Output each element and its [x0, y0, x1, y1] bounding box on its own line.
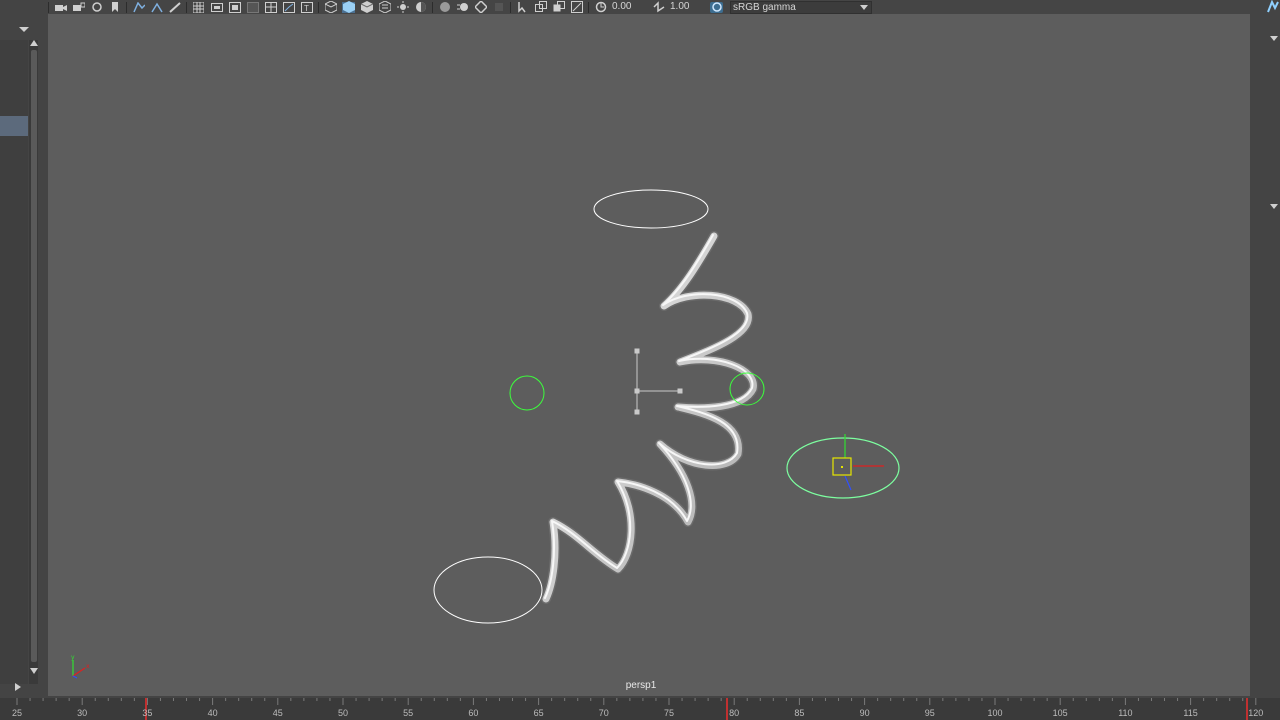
timeline-tick-label: 55 [403, 708, 414, 718]
scroll-right-icon[interactable] [15, 683, 21, 691]
textured-icon[interactable] [378, 1, 391, 13]
image-plane-icon[interactable] [132, 1, 145, 13]
svg-text:y: y [71, 654, 75, 661]
grid-icon[interactable] [192, 1, 205, 13]
panel-collapse-arrow-icon[interactable] [1270, 204, 1278, 209]
top-curve-circle[interactable] [593, 189, 709, 229]
timeline-tick-label: 75 [663, 708, 675, 718]
color-management-icon[interactable] [710, 1, 723, 13]
camera-attributes-icon[interactable] [90, 2, 103, 13]
scroll-down-icon[interactable] [30, 668, 38, 674]
two-d-pan-icon[interactable] [150, 2, 163, 13]
timeline-tick-label: 85 [794, 708, 805, 718]
safe-title-icon[interactable]: T [300, 1, 313, 13]
color-space-label: sRGB gamma [733, 1, 796, 13]
toolbar-separator [432, 1, 433, 13]
maya-window: T 0.00 1.00 sRGB gamma y x persp1 25 30 … [0, 0, 1280, 720]
shadows-icon[interactable] [414, 2, 427, 13]
timeline-tick-label: 50 [337, 708, 349, 718]
toolbar-separator [318, 1, 319, 13]
svg-text:T: T [304, 4, 309, 13]
resolution-gate-icon[interactable] [228, 1, 241, 13]
timeline-tick-label: 95 [924, 708, 935, 718]
gizmo-z-axis[interactable] [844, 475, 852, 491]
timeline-tick-label: 35 [142, 708, 153, 718]
outliner-panel [0, 14, 42, 696]
bookmark-icon[interactable] [108, 1, 121, 13]
timeline-tick-label: 110 [1118, 708, 1133, 718]
toolbar-separator [126, 1, 127, 13]
camera-lock-icon[interactable] [72, 2, 85, 13]
timeline-tick-label: 90 [859, 708, 870, 718]
motion-blur-icon[interactable] [456, 2, 469, 13]
camera-icon[interactable] [54, 2, 67, 13]
time-slider-ticks [16, 698, 1257, 720]
bottom-curve-circle[interactable] [433, 556, 543, 624]
keyframe-marker[interactable] [726, 698, 728, 720]
use-all-lights-icon[interactable] [396, 1, 409, 13]
depth-of-field-icon[interactable] [492, 2, 505, 13]
outliner-scroll-thumb[interactable] [31, 50, 37, 662]
viewport-persp[interactable]: y x persp1 [48, 14, 1250, 696]
spring-tube-shadow [541, 231, 759, 604]
timeline-tick-label: 115 [1183, 708, 1198, 718]
timeline-tick-label: 65 [533, 708, 544, 718]
wireframe-icon[interactable] [324, 1, 337, 13]
exposure-field[interactable]: 0.00 [612, 1, 642, 13]
viewport-toolbar: T 0.00 1.00 sRGB gamma [48, 0, 1250, 14]
panel-collapse-arrow-icon[interactable] [1270, 36, 1278, 41]
film-gate-icon[interactable] [210, 2, 223, 13]
wireframe-on-shaded-icon[interactable] [360, 1, 373, 13]
timeline-tick-label: 120 [1248, 708, 1264, 718]
grease-pencil-icon[interactable] [168, 1, 181, 13]
smooth-shade-icon[interactable] [342, 1, 355, 13]
exposure-icon[interactable] [594, 1, 607, 13]
timeline-tick-label: 70 [598, 708, 609, 718]
outliner-list[interactable] [0, 40, 28, 684]
scroll-up-icon[interactable] [30, 40, 38, 46]
field-chart-icon[interactable] [264, 1, 277, 13]
timeline-tick-label: 45 [272, 708, 283, 718]
panel-menu-arrow-icon[interactable] [19, 27, 29, 32]
scene-canvas[interactable]: y x [48, 14, 1250, 696]
chevron-down-icon [860, 4, 868, 10]
timeline-tick-label: 40 [207, 708, 218, 718]
gamma-icon[interactable] [652, 1, 665, 13]
anti-aliasing-icon[interactable] [474, 1, 487, 13]
screen-space-ao-icon[interactable] [438, 2, 451, 13]
timeline-tick-label: 105 [1052, 708, 1068, 718]
outliner-selected-row[interactable] [0, 116, 28, 136]
color-space-dropdown[interactable]: sRGB gamma [730, 0, 872, 14]
camera-name-label: persp1 [625, 680, 657, 691]
timeline-tick-label: 25 [11, 708, 23, 718]
gate-mask-icon[interactable] [246, 1, 259, 13]
gamma-field[interactable]: 1.00 [670, 1, 700, 13]
view-axis-indicator: y x [71, 654, 90, 679]
attribute-panel [1252, 0, 1280, 696]
timeline-tick-label: 60 [468, 708, 479, 718]
xray-icon[interactable] [534, 1, 547, 13]
safe-action-icon[interactable] [282, 1, 295, 13]
timeline-tick-label: 30 [77, 708, 88, 718]
timeline-tick-label: 80 [729, 708, 740, 718]
toolbar-separator [48, 1, 49, 13]
gizmo-center-dot [841, 466, 843, 468]
toolbar-separator [186, 1, 187, 13]
maya-logo-icon [1267, 0, 1279, 13]
time-slider[interactable]: 25 30 35 40 45 50 55 60 65 70 75 80 85 90 95 100 105 110 1… [0, 698, 1280, 720]
left-control-circle[interactable] [509, 375, 545, 411]
timeline-tick-label: 100 [987, 708, 1003, 718]
xray-joints-icon[interactable] [552, 1, 565, 13]
svg-text:x: x [86, 663, 90, 670]
toolbar-separator [510, 1, 511, 13]
toolbar-separator [588, 1, 589, 13]
xray-components-icon[interactable] [570, 1, 583, 13]
isolate-select-icon[interactable] [516, 2, 529, 13]
